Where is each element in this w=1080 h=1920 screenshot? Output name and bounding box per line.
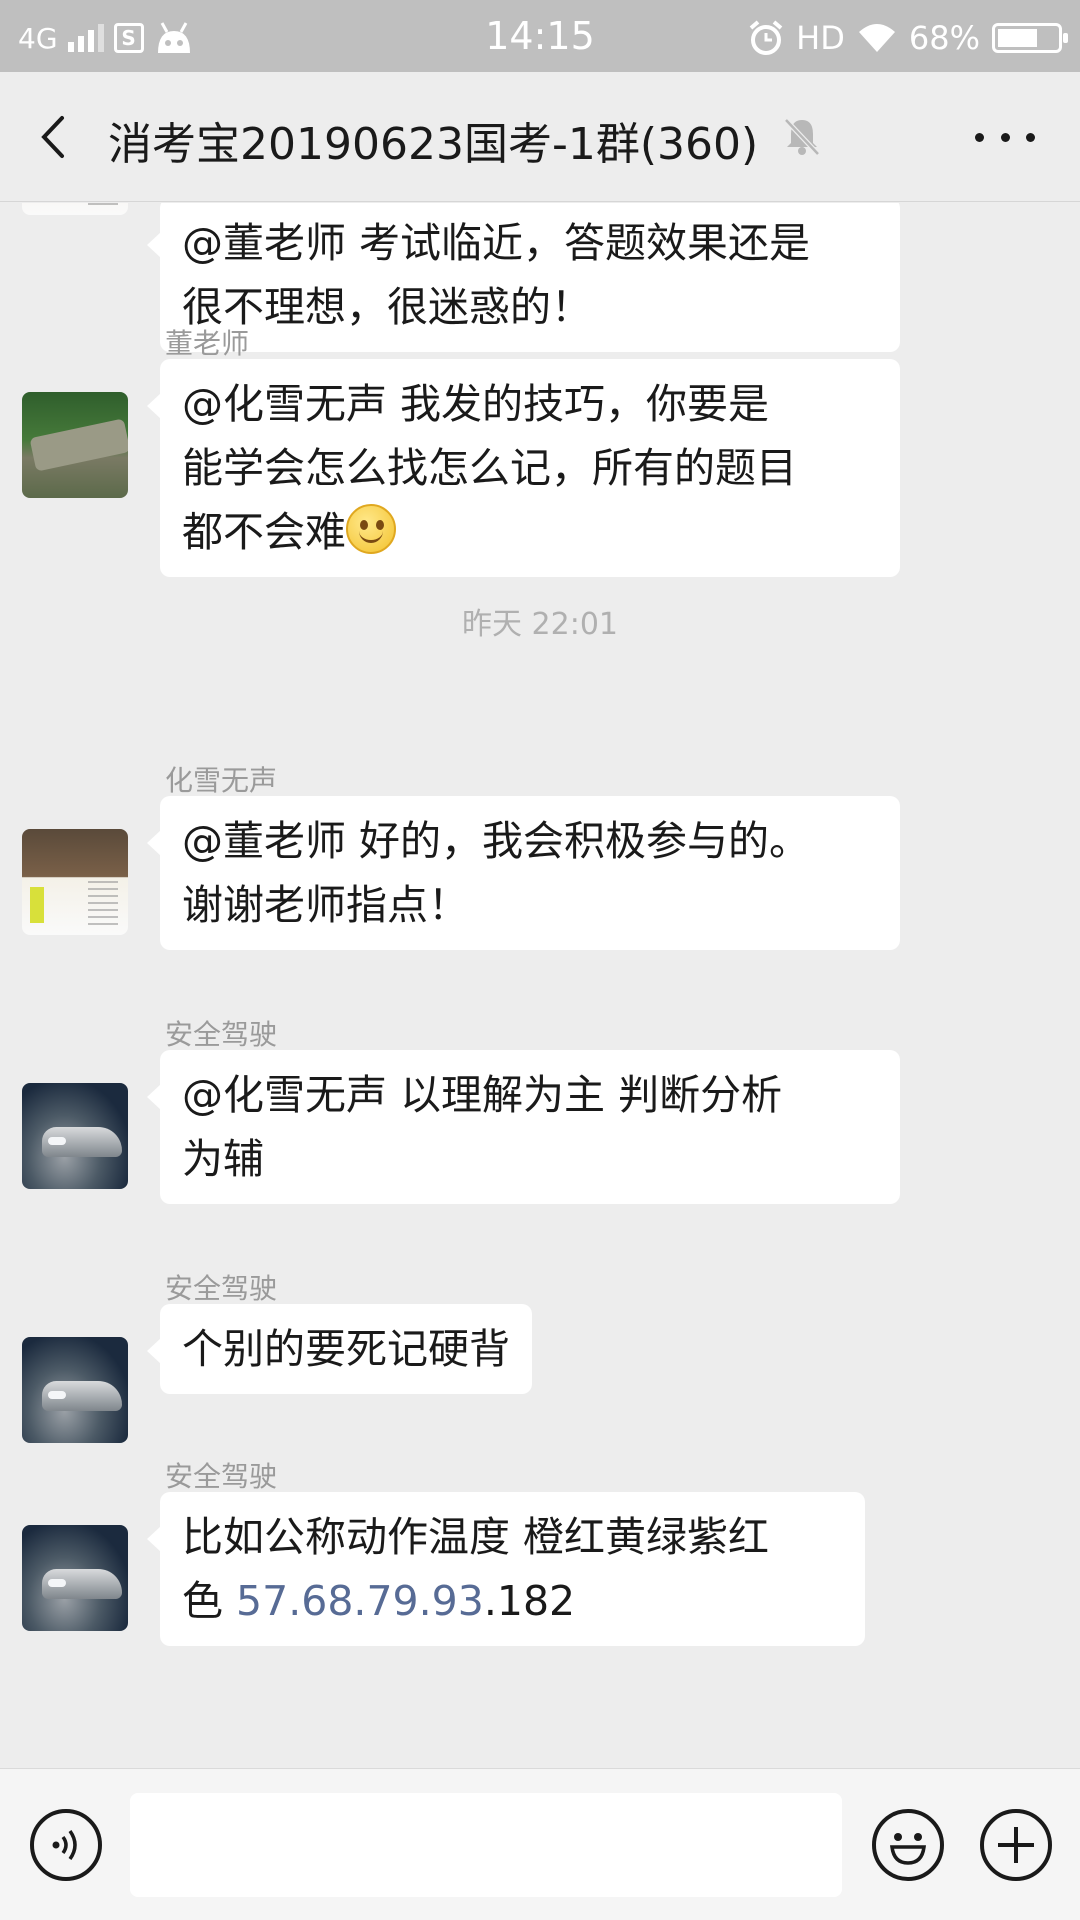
alarm-icon (749, 20, 783, 55)
message-line: @董老师 考试临近，答题效果还是 (182, 219, 811, 267)
ip-link[interactable]: 57.68.79.93 (236, 1577, 484, 1625)
sender-name: 化雪无声 (165, 764, 278, 797)
message-text: 色 (182, 1577, 237, 1625)
message-line: 能学会怎么找怎么记，所有的题目 (182, 444, 797, 492)
status-bar: 4G S 14:15 HD 68% (0, 0, 1080, 72)
message-line: 很不理想，很迷惑的！ (182, 283, 592, 331)
status-right: HD 68% (748, 16, 1068, 60)
sender-name: 董老师 (165, 327, 250, 360)
battery-fill (998, 29, 1037, 47)
message-line: 都不会难 (182, 500, 878, 564)
student-avatar[interactable] (22, 203, 128, 215)
plus-icon[interactable] (980, 1809, 1052, 1881)
sender-name: 安全驾驶 (165, 1272, 278, 1305)
message-line: @化雪无声 以理解为主 判断分析 (182, 1071, 783, 1119)
time-separator: 昨天 22:01 (462, 607, 618, 642)
message-line: 色 57.68.79.93.182 (182, 1569, 843, 1633)
student-avatar[interactable] (22, 829, 128, 935)
input-bar (0, 1768, 1080, 1920)
message-bubble[interactable]: @化雪无声 以理解为主 判断分析 为辅 (147, 1050, 900, 1204)
chat-header: 消考宝20190623国考-1群(360) (0, 72, 1080, 202)
message-line: 谢谢老师指点！ (182, 881, 469, 929)
message-list[interactable]: @董老师 考试临近，答题效果还是 很不理想，很迷惑的！ 董老师 @化雪无声 我发… (0, 203, 1080, 1767)
message-bubble[interactable]: 个别的要死记硬背 (147, 1304, 532, 1394)
chat-title: 消考宝20190623国考-1群(360) (108, 119, 759, 170)
wifi-icon (858, 24, 895, 52)
sender-name: 安全驾驶 (165, 1018, 278, 1051)
message-text: .182 (483, 1577, 576, 1625)
car-avatar[interactable] (22, 1083, 128, 1189)
message-line: 个别的要死记硬背 (182, 1325, 510, 1373)
message-text: 都不会难 (182, 508, 346, 556)
message-line: @董老师 好的，我会积极参与的。 (182, 817, 811, 865)
message-bubble[interactable]: 比如公称动作温度 橙红黄绿紫红 色 57.68.79.93.182 (147, 1492, 865, 1646)
emoji-icon[interactable] (872, 1809, 944, 1881)
message-bubble[interactable]: @董老师 好的，我会积极参与的。 谢谢老师指点！ (147, 796, 900, 950)
message-input[interactable] (130, 1793, 842, 1897)
teacher-avatar[interactable] (22, 392, 128, 498)
more-dots-icon[interactable] (975, 122, 1035, 152)
car-avatar[interactable] (22, 1525, 128, 1631)
bell-off-icon (784, 118, 820, 156)
battery-percent: 68% (908, 19, 980, 57)
voice-icon[interactable] (30, 1809, 102, 1881)
message-line: 为辅 (182, 1135, 264, 1183)
message-bubble[interactable]: @化雪无声 我发的技巧，你要是 能学会怎么找怎么记，所有的题目 都不会难 (147, 359, 900, 577)
battery-icon (992, 23, 1068, 53)
smiley-emoji-icon (346, 504, 396, 554)
chevron-left-icon[interactable] (30, 112, 80, 162)
message-line: @化雪无声 我发的技巧，你要是 (182, 380, 770, 428)
message-line: 比如公称动作温度 橙红黄绿紫红 (182, 1513, 770, 1561)
hd-indicator: HD (796, 19, 845, 57)
message-bubble[interactable]: @董老师 考试临近，答题效果还是 很不理想，很迷惑的！ (147, 203, 900, 352)
car-avatar[interactable] (22, 1337, 128, 1443)
sender-name: 安全驾驶 (165, 1460, 278, 1493)
